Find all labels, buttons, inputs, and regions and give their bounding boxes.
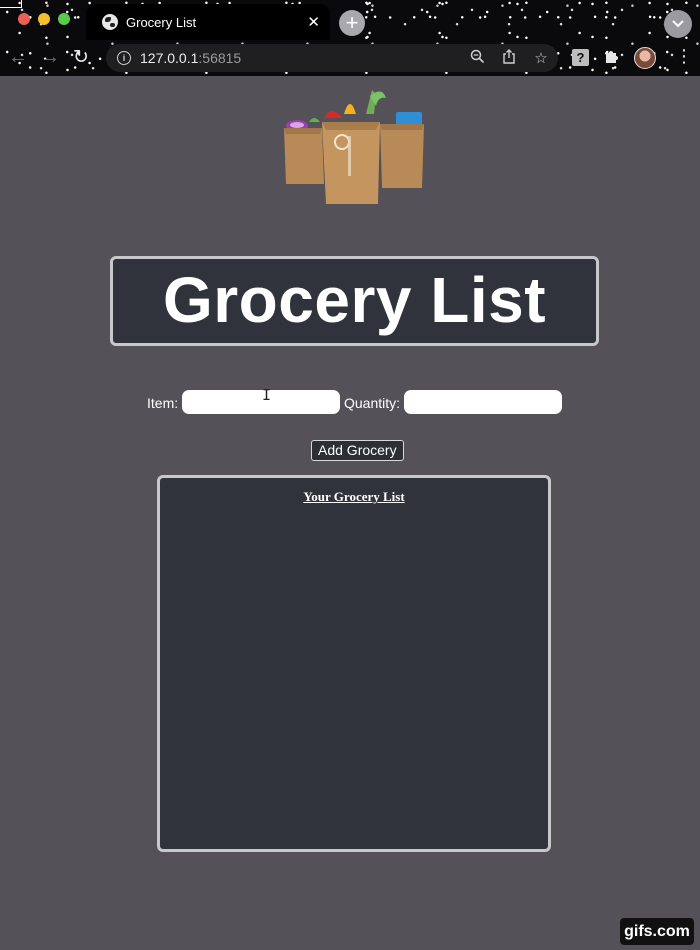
- bookmark-star-icon[interactable]: ☆: [532, 49, 550, 68]
- grocery-list-panel: Your Grocery List: [157, 475, 551, 852]
- text-cursor-icon: I: [262, 386, 272, 404]
- url-host: 127.0.0.1: [140, 50, 199, 66]
- title-banner: Grocery List: [110, 256, 599, 346]
- profile-avatar[interactable]: [634, 47, 656, 69]
- window-corner-mark: [0, 0, 22, 8]
- minimize-window-button[interactable]: [38, 13, 50, 25]
- browser-tab[interactable]: Grocery List ✕: [86, 4, 330, 40]
- close-tab-icon[interactable]: ✕: [307, 13, 320, 31]
- puzzle-extensions-icon[interactable]: [604, 47, 621, 69]
- add-grocery-button[interactable]: Add Grocery: [311, 440, 404, 461]
- browser-chrome: Grocery List ✕ + ← → ↻ i 127.0.0.1:56815…: [0, 0, 700, 76]
- new-tab-button[interactable]: +: [339, 10, 365, 36]
- chevron-down-icon: [672, 20, 684, 28]
- watermark-badge: gifs.com: [620, 918, 694, 945]
- item-input[interactable]: [182, 390, 340, 414]
- tab-search-button[interactable]: [664, 10, 692, 38]
- item-label: Item:: [147, 395, 179, 411]
- tab-title: Grocery List: [126, 14, 197, 30]
- maximize-window-button[interactable]: [58, 13, 70, 25]
- back-icon[interactable]: ←: [8, 46, 28, 69]
- kebab-menu-icon[interactable]: ⋮: [675, 46, 693, 67]
- quantity-label: Quantity:: [344, 395, 401, 411]
- add-grocery-form: Item: Quantity:: [0, 390, 700, 414]
- close-window-button[interactable]: [18, 13, 30, 25]
- reload-icon[interactable]: ↻: [73, 46, 89, 69]
- address-bar[interactable]: i 127.0.0.1:56815 ☆: [106, 44, 558, 72]
- info-icon[interactable]: i: [117, 51, 131, 65]
- forward-icon[interactable]: →: [40, 46, 60, 69]
- zoom-icon[interactable]: [468, 49, 486, 68]
- page-title: Grocery List: [162, 264, 547, 336]
- help-extension-icon[interactable]: ?: [572, 49, 589, 66]
- address-bar-actions: ☆: [468, 49, 550, 68]
- url-port: :56815: [198, 50, 242, 66]
- grocery-bags-logo: [284, 90, 424, 204]
- share-icon[interactable]: [500, 49, 518, 68]
- globe-icon: [102, 14, 118, 30]
- quantity-input[interactable]: [404, 390, 562, 414]
- grocery-list-heading: Your Grocery List: [303, 489, 405, 504]
